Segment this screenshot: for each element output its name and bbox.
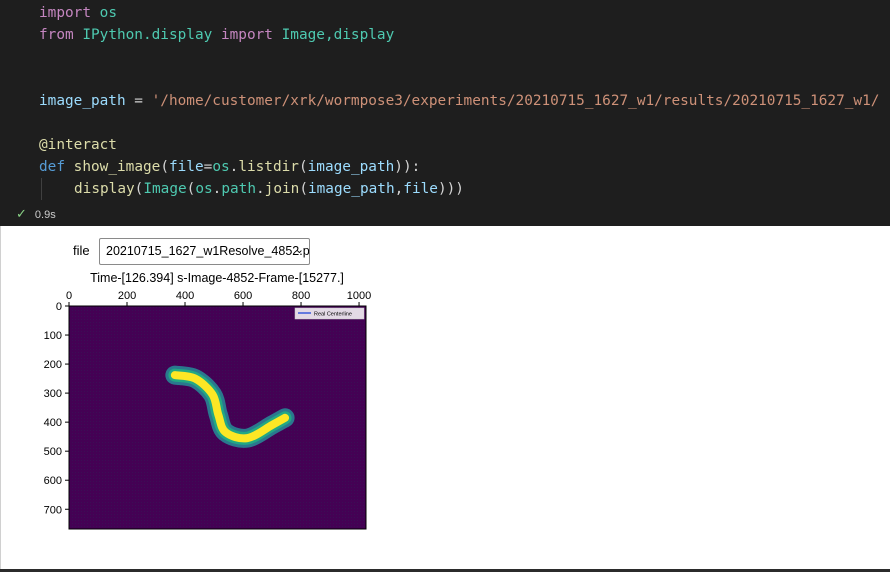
check-icon: ✓ [16,206,27,221]
arg-image-path: image_path [307,159,395,175]
x-tick-label: 0 [66,290,72,302]
dot: . [255,181,265,197]
y-tick-label: 700 [44,504,62,516]
cell-output: file 20210715_1627_w1Resolve_4852.png ⌄ T… [0,226,890,572]
attr-path: path [221,181,256,197]
keyword-def: def [39,159,65,175]
execution-time: 0.9s [34,209,56,221]
x-tick-label: 1000 [347,290,371,302]
decorator-interact: @interact [39,137,117,153]
code-line-5: image_path = '/home/customer/xrk/wormpos… [39,90,879,112]
param-file: file [168,159,204,175]
plot-figure: Time-[126.394] s-Image-4852-Frame-[15277… [0,271,890,572]
equals: = [203,159,213,175]
x-tick-label: 800 [292,290,310,302]
module-ipython-display: IPython.display [82,27,213,43]
paren: ( [160,159,169,175]
code-line-8: def show_image(file=os.listdir(image_pat… [39,156,420,178]
code-cell[interactable]: import os from IPython.display import Im… [0,0,890,226]
x-axis-top: 0 200 400 600 800 1000 [66,290,371,306]
y-axis: 0 100 200 300 400 500 600 700 [44,301,69,516]
y-tick-label: 100 [44,330,62,342]
legend: Real Centerline [294,307,365,320]
indent-guide [41,178,42,200]
y-tick-label: 600 [44,475,62,487]
call-join: join [264,181,300,197]
plot-title: Time-[126.394] s-Image-4852-Frame-[15277… [90,271,344,285]
function-name: show_image [73,159,161,175]
paren-close: ))) [437,181,464,197]
keyword-from: from [39,27,74,43]
paren: ( [298,159,308,175]
call-listdir: listdir [238,159,299,175]
x-tick-label: 600 [234,290,252,302]
code-line-7: @interact [39,134,117,156]
execution-status: ✓ 0.9s [16,206,56,222]
legend-label-real-centerline: Real Centerline [314,312,352,318]
y-tick-label: 300 [44,388,62,400]
x-tick-label: 200 [118,290,136,302]
code-line-2: from IPython.display import Image,displa… [39,24,394,46]
x-tick-label: 400 [176,290,194,302]
string-path: '/home/customer/xrk/wormpose3/experiment… [151,93,880,109]
y-tick-label: 500 [44,446,62,458]
call-display: display [74,181,135,197]
keyword-import: import [220,27,273,43]
comma: , [394,181,404,197]
module-os: os [195,181,213,197]
dot: . [229,159,239,175]
arg-image-path: image_path [307,181,395,197]
keyword-import: import [39,5,91,21]
paren: ( [299,181,308,197]
variable-image-path: image_path [39,93,126,109]
module-os: os [212,159,230,175]
module-os: os [99,5,117,21]
class-image: Image [143,181,187,197]
paren-close: )): [394,159,421,175]
arg-file: file [403,181,438,197]
import-names: Image,display [281,27,395,43]
y-tick-label: 400 [44,417,62,429]
code-line-9: display(Image(os.path.join(image_path,fi… [74,178,464,200]
y-tick-label: 0 [56,301,62,313]
assign-operator: = [125,93,152,109]
y-tick-label: 200 [44,359,62,371]
code-line-1: import os [39,2,117,24]
